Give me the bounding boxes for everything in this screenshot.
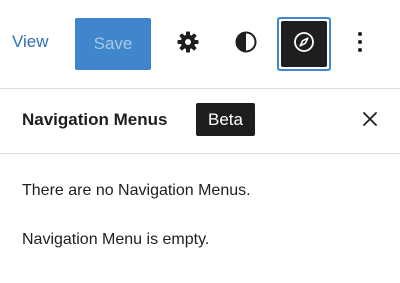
panel-title: Navigation Menus [22, 110, 168, 129]
navigation-button[interactable] [277, 17, 331, 71]
close-icon [362, 111, 378, 132]
settings-button[interactable] [162, 18, 214, 70]
no-menus-message: There are no Navigation Menus. [22, 182, 251, 199]
compass-icon [292, 30, 316, 59]
save-button[interactable]: Save [75, 18, 151, 70]
navigation-button-fill [281, 21, 327, 67]
gear-icon [176, 30, 200, 59]
close-button[interactable] [356, 107, 384, 135]
view-link[interactable]: View [12, 32, 49, 52]
panel-header: Navigation Menus Beta [0, 89, 400, 153]
styles-button[interactable] [220, 18, 272, 70]
beta-badge: Beta [196, 103, 255, 136]
editor-toolbar: View Save [0, 0, 400, 88]
vertical-ellipsis-icon [357, 31, 363, 58]
empty-menu-message: Navigation Menu is empty. [22, 231, 210, 248]
panel-header-divider [0, 153, 400, 154]
half-circle-contrast-icon [234, 30, 258, 59]
options-button[interactable] [340, 18, 380, 70]
